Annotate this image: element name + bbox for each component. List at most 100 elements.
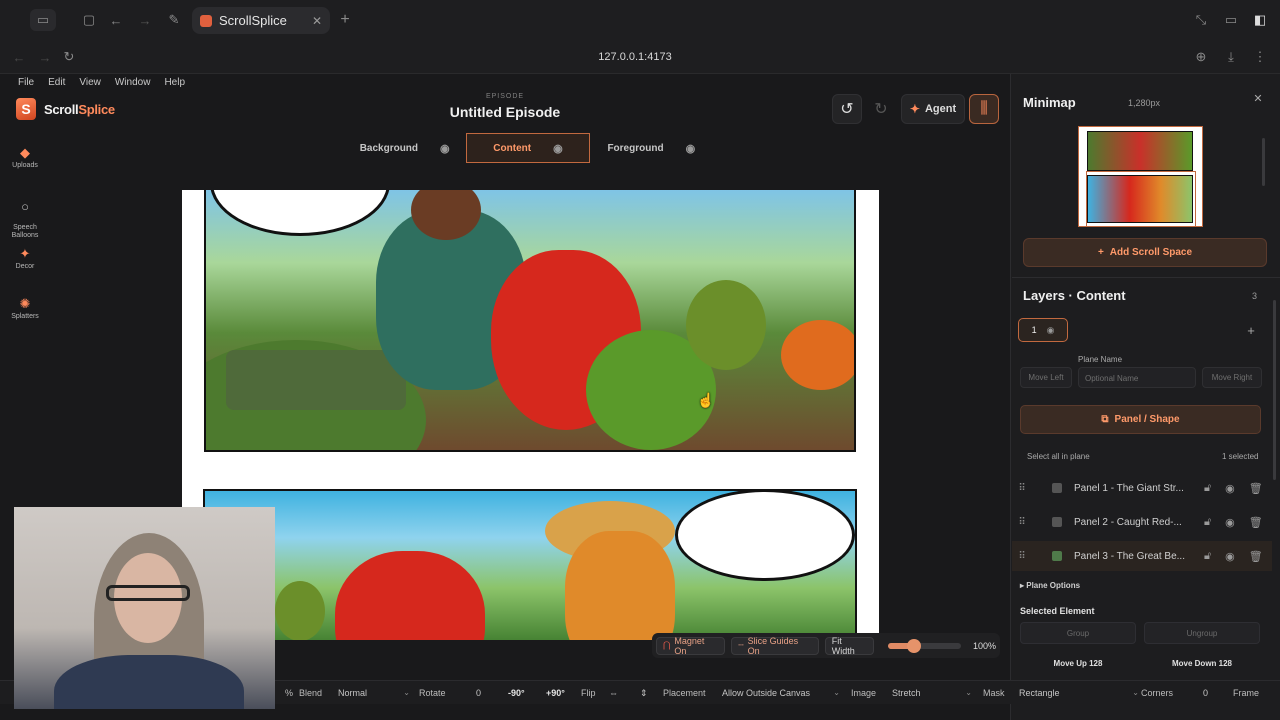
drag-handle-icon[interactable]: ⠿	[1012, 517, 1032, 528]
lock-icon[interactable]: 🔓︎	[1204, 550, 1211, 563]
new-tab-icon[interactable]: +	[334, 9, 356, 31]
drag-handle-icon[interactable]: ⠿	[1012, 483, 1032, 494]
undo-button[interactable]: ↺	[832, 94, 862, 124]
speech-bubble[interactable]	[210, 190, 390, 236]
blend-select[interactable]: Normal ⌄	[338, 688, 410, 698]
rotate-input[interactable]: 0	[476, 688, 481, 698]
download-icon[interactable]: ⤓	[1220, 46, 1242, 68]
nav-back-icon[interactable]: ←	[8, 46, 30, 68]
minimap-viewport[interactable]	[1086, 171, 1196, 226]
tool-speech-balloons[interactable]: ○ Speech Balloons	[2, 192, 48, 240]
move-left-button[interactable]: Move Left	[1020, 367, 1072, 388]
tab-content[interactable]: Content ◉	[466, 133, 590, 163]
group-button[interactable]: Group	[1020, 622, 1136, 644]
magnet-toggle[interactable]: ⋂ Magnet On	[656, 636, 726, 656]
install-icon[interactable]: ⊕	[1190, 46, 1212, 68]
url-text[interactable]: 127.0.0.1:4173	[540, 51, 730, 63]
panel-toggle-button[interactable]: ⫼	[969, 94, 999, 124]
close-tab-icon[interactable]: ✕	[312, 14, 322, 28]
eye-icon[interactable]: ◉	[1225, 482, 1235, 495]
more-icon[interactable]: ⋮	[1249, 46, 1271, 68]
layer-row[interactable]: ⠿ Panel 2 - Caught Red-... 🔓︎ ◉ 🗑︎	[1012, 507, 1272, 537]
add-scroll-space-button[interactable]: + Add Scroll Space	[1023, 238, 1267, 267]
select-all-link[interactable]: Select all in plane	[1027, 452, 1090, 461]
eye-icon[interactable]: ◉	[440, 142, 450, 155]
reload-icon[interactable]: ↻	[58, 46, 80, 68]
collapse-icon[interactable]: ⤡	[1190, 9, 1212, 31]
move-up-button[interactable]: Move Up 128	[1020, 654, 1136, 672]
eye-icon[interactable]: ◉	[1225, 516, 1235, 529]
zoom-slider[interactable]	[887, 638, 961, 653]
speech-bubble[interactable]	[675, 491, 855, 581]
eye-icon[interactable]: ◉	[686, 142, 696, 155]
browser-tab[interactable]: ScrollSplice ✕	[192, 7, 330, 34]
tool-decor[interactable]: ✦ Decor	[2, 247, 48, 271]
redo-button[interactable]: ↻	[866, 94, 896, 124]
tool-splatters[interactable]: ✺ Splatters	[2, 297, 48, 321]
lock-icon[interactable]: 🔓︎	[1204, 516, 1211, 529]
comic-panel-1[interactable]	[204, 190, 856, 452]
plane-selector[interactable]: 1 ◉	[1018, 318, 1068, 342]
sidebar-icon[interactable]: ▭	[30, 9, 56, 31]
add-plane-icon[interactable]: +	[1244, 323, 1258, 338]
edit-icon[interactable]: ✎	[163, 9, 185, 31]
flip-horizontal-icon[interactable]: ⇔	[609, 688, 618, 698]
minimap-preview[interactable]	[1078, 126, 1203, 227]
panel-shape-button[interactable]: ⧉ Panel / Shape	[1020, 405, 1261, 434]
placement-select[interactable]: Allow Outside Canvas ⌄	[722, 688, 840, 698]
nav-forward-icon[interactable]: →	[34, 46, 56, 68]
corners-input[interactable]: 0	[1203, 688, 1208, 698]
layer-thumb-icon	[1052, 483, 1062, 493]
plane-name-input[interactable]: Optional Name	[1078, 367, 1196, 388]
split-view-icon[interactable]: ◧	[1249, 9, 1271, 31]
tab-overview-icon[interactable]: ▢	[78, 9, 100, 31]
menu-file[interactable]: File	[18, 77, 34, 88]
rotate-plus-button[interactable]: +90°	[546, 688, 565, 698]
fit-width-button[interactable]: Fit Width	[824, 636, 874, 656]
rotate-label: Rotate	[419, 688, 446, 698]
panel-scrollbar[interactable]	[1273, 300, 1276, 480]
balloon-icon: ○	[21, 199, 29, 214]
trash-icon[interactable]: 🗑︎	[1249, 550, 1263, 563]
plane-options-toggle[interactable]: ▸ Plane Options	[1020, 581, 1080, 590]
slice-guides-toggle[interactable]: ┄ Slice Guides On	[731, 636, 819, 656]
move-down-button[interactable]: Move Down 128	[1144, 654, 1260, 672]
eye-icon[interactable]: ◉	[1047, 325, 1055, 336]
mask-select[interactable]: Rectangle ⌄	[1019, 688, 1139, 698]
tab-foreground[interactable]: Foreground ◉	[590, 133, 713, 163]
eye-icon[interactable]: ◉	[1225, 550, 1235, 563]
layer-row[interactable]: ⠿ Panel 3 - The Great Be... 🔓︎ ◉ 🗑︎	[1012, 541, 1272, 571]
menu-edit[interactable]: Edit	[48, 77, 65, 88]
dash-icon: ┄	[738, 640, 744, 650]
menu-bar: File Edit View Window Help	[18, 77, 185, 88]
back-arrow-icon[interactable]: ←	[105, 9, 127, 31]
tool-uploads[interactable]: ◆ Uploads	[2, 146, 48, 170]
menu-view[interactable]: View	[79, 77, 101, 88]
window-icon[interactable]: ▭	[1220, 9, 1242, 31]
shape-icon: ⧉	[1101, 414, 1109, 425]
drag-handle-icon[interactable]: ⠿	[1012, 551, 1032, 562]
agent-button[interactable]: ✦ Agent	[901, 94, 965, 124]
zoom-slider-handle[interactable]	[906, 638, 921, 653]
trash-icon[interactable]: 🗑︎	[1249, 482, 1263, 495]
ungroup-button[interactable]: Ungroup	[1144, 622, 1260, 644]
tab-background[interactable]: Background ◉	[343, 133, 466, 163]
upload-icon: ◆	[20, 145, 30, 160]
layer-row[interactable]: ⠿ Panel 1 - The Giant Str... 🔓︎ ◉ 🗑︎	[1012, 473, 1272, 503]
flip-vertical-icon[interactable]: ⇕	[640, 688, 648, 699]
trash-icon[interactable]: 🗑︎	[1249, 516, 1263, 529]
menu-help[interactable]: Help	[164, 77, 185, 88]
move-right-button[interactable]: Move Right	[1202, 367, 1262, 388]
episode-title[interactable]: Untitled Episode	[405, 104, 605, 120]
image-select[interactable]: Stretch ⌄	[892, 688, 972, 698]
comic-panel-2[interactable]	[203, 489, 857, 640]
address-bar: ← → ↻ 127.0.0.1:4173 ⊕ ⤓ ⋮	[0, 40, 1280, 74]
forward-arrow-icon[interactable]: →	[134, 9, 156, 31]
close-icon[interactable]: ✕	[1250, 90, 1266, 106]
rotate-minus-button[interactable]: -90°	[508, 688, 525, 698]
eye-icon[interactable]: ◉	[553, 142, 563, 155]
menu-window[interactable]: Window	[115, 77, 151, 88]
minimap-scrollbar[interactable]	[1262, 138, 1265, 186]
episode-canvas[interactable]	[182, 190, 879, 640]
lock-icon[interactable]: 🔓︎	[1204, 482, 1211, 495]
